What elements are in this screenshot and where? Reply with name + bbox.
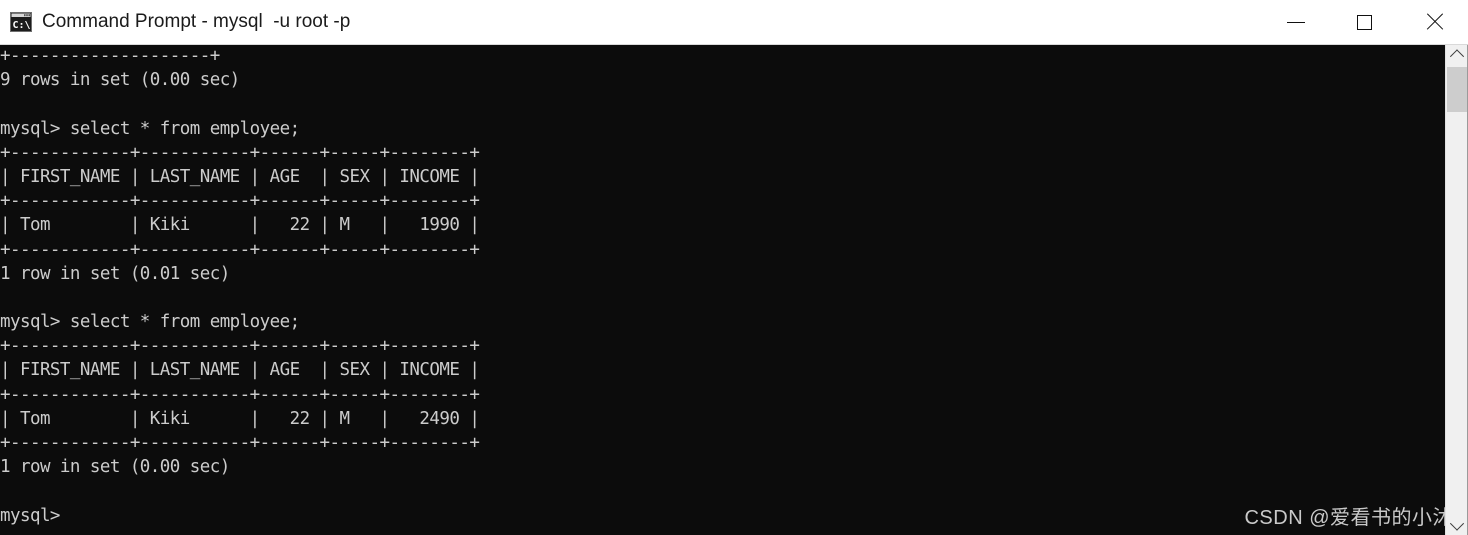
close-button[interactable] (1399, 0, 1468, 44)
scroll-up-button[interactable] (1446, 45, 1467, 65)
terminal-line: 9 rows in set (0.00 sec) (0, 70, 240, 91)
terminal-line: +------------+-----------+------+-----+-… (0, 142, 480, 163)
terminal-line: mysql> select * from employee; (0, 312, 300, 333)
terminal-line: | FIRST_NAME | LAST_NAME | AGE | SEX | I… (0, 360, 480, 381)
terminal-text: +--------------------+ 9 rows in set (0.0… (0, 45, 480, 528)
terminal-line: +--------------------+ (0, 46, 220, 66)
minimize-button[interactable] (1261, 0, 1330, 44)
terminal-line: +------------+-----------+------+-----+-… (0, 336, 480, 357)
terminal-line: | Tom | Kiki | 22 | M | 2490 | (0, 408, 480, 429)
terminal-output-area[interactable]: +--------------------+ 9 rows in set (0.0… (0, 45, 1446, 535)
close-icon (1424, 12, 1444, 32)
window-title: Command Prompt - mysql -u root -p (42, 11, 351, 32)
cmd-console-icon: C:\. (10, 12, 37, 32)
terminal-line: +------------+-----------+------+-----+-… (0, 191, 480, 212)
chevron-up-icon (1449, 49, 1464, 64)
window-controls (1261, 0, 1468, 44)
terminal-line: mysql> select * from employee; (0, 118, 300, 139)
maximize-button[interactable] (1330, 0, 1399, 44)
terminal-line: | Tom | Kiki | 22 | M | 1990 | (0, 215, 480, 236)
scroll-down-button[interactable] (1446, 515, 1467, 535)
minimize-icon (1286, 21, 1305, 23)
terminal-line: mysql> (0, 505, 60, 526)
terminal-line: 1 row in set (0.00 sec) (0, 457, 230, 478)
chevron-down-icon (1449, 516, 1464, 531)
terminal-line: +------------+-----------+------+-----+-… (0, 239, 480, 260)
terminal-line: 1 row in set (0.01 sec) (0, 263, 230, 284)
maximize-icon (1357, 14, 1372, 30)
terminal-line: +------------+-----------+------+-----+-… (0, 433, 480, 453)
command-prompt-window: C:\. Command Prompt - mysql -u root -p +… (0, 0, 1468, 535)
vertical-scrollbar[interactable] (1445, 45, 1467, 535)
terminal-line: +------------+-----------+------+-----+-… (0, 384, 480, 405)
svg-text:C:\.: C:\. (13, 20, 33, 31)
window-titlebar[interactable]: C:\. Command Prompt - mysql -u root -p (0, 0, 1468, 45)
scrollbar-thumb[interactable] (1447, 67, 1467, 112)
terminal-line: | FIRST_NAME | LAST_NAME | AGE | SEX | I… (0, 166, 480, 187)
